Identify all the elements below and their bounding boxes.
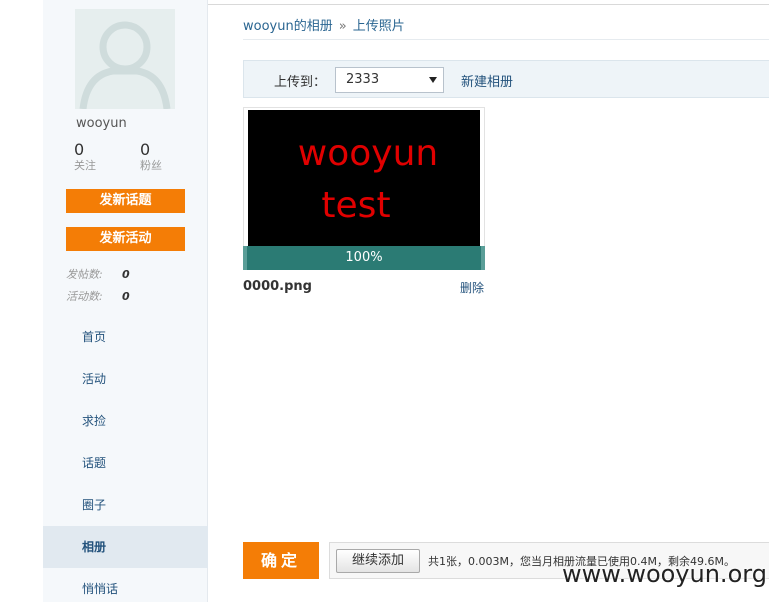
new-album-link[interactable]: 新建相册 [461,71,513,90]
image-text-line2: test [321,185,391,226]
event-count-label: 活动数: [66,290,103,303]
top-divider [208,4,769,5]
sidebar-item-albums[interactable]: 相册 [43,526,208,568]
avatar[interactable] [75,9,175,109]
photo-thumbnail[interactable]: wooyun test [248,110,480,247]
album-select[interactable]: 2333 [335,67,444,93]
event-count-value: 0 [122,290,130,303]
sidebar-item-messages[interactable]: 悄悄话 [43,568,208,602]
sidebar-item-home[interactable]: 首页 [43,316,208,358]
upload-progress-label: 100% [345,250,383,265]
new-topic-button[interactable]: 发新话题 [66,189,185,213]
sidebar-nav: 首页 活动 求捡 话题 圈子 相册 悄悄话 [43,316,208,602]
image-text-line1: wooyun [297,133,439,174]
breadcrumb-divider [243,39,769,40]
post-count-row: 发帖数: 0 [66,266,130,282]
following-stat[interactable]: 0 关注 [74,141,124,173]
fans-count: 0 [140,140,151,159]
fans-stat[interactable]: 0 粉丝 [140,141,190,173]
continue-add-button[interactable]: 继续添加 [336,549,420,573]
event-count-row: 活动数: 0 [66,288,130,304]
new-event-button[interactable]: 发新活动 [66,227,185,251]
post-count-value: 0 [122,268,130,281]
following-count: 0 [74,140,85,159]
sidebar: wooyun 0 关注 0 粉丝 发新话题 发新活动 发帖数: 0 活动数: 0 首… [43,0,208,602]
upload-progress-bar: 100% [243,246,485,270]
breadcrumb-separator: » [338,19,347,34]
album-select-value: 2333 [346,72,380,87]
breadcrumb: wooyun的相册 » 上传照片 [243,15,405,34]
following-label: 关注 [74,159,96,172]
confirm-button[interactable]: 确定 [243,542,319,579]
sidebar-item-pickup[interactable]: 求捡 [43,400,208,442]
username[interactable]: wooyun [76,116,127,131]
delete-photo-link[interactable]: 删除 [460,279,484,296]
post-count-label: 发帖数: [66,268,103,281]
photo-filename: 0000.png [243,279,312,294]
upload-to-label: 上传到： [274,75,327,90]
sidebar-item-topics[interactable]: 话题 [43,442,208,484]
sidebar-item-events[interactable]: 活动 [43,358,208,400]
watermark: www.wooyun.org [562,560,767,588]
fans-label: 粉丝 [140,159,162,172]
breadcrumb-album-link[interactable]: wooyun的相册 [243,19,333,34]
upload-target-bar: 上传到： 2333 新建相册 [243,60,769,98]
sidebar-item-circles[interactable]: 圈子 [43,484,208,526]
photo-thumbnail-card: wooyun test 100% [243,107,485,270]
default-user-icon [79,21,171,109]
dropdown-arrow-icon [429,77,437,83]
breadcrumb-current: 上传照片 [352,19,405,34]
